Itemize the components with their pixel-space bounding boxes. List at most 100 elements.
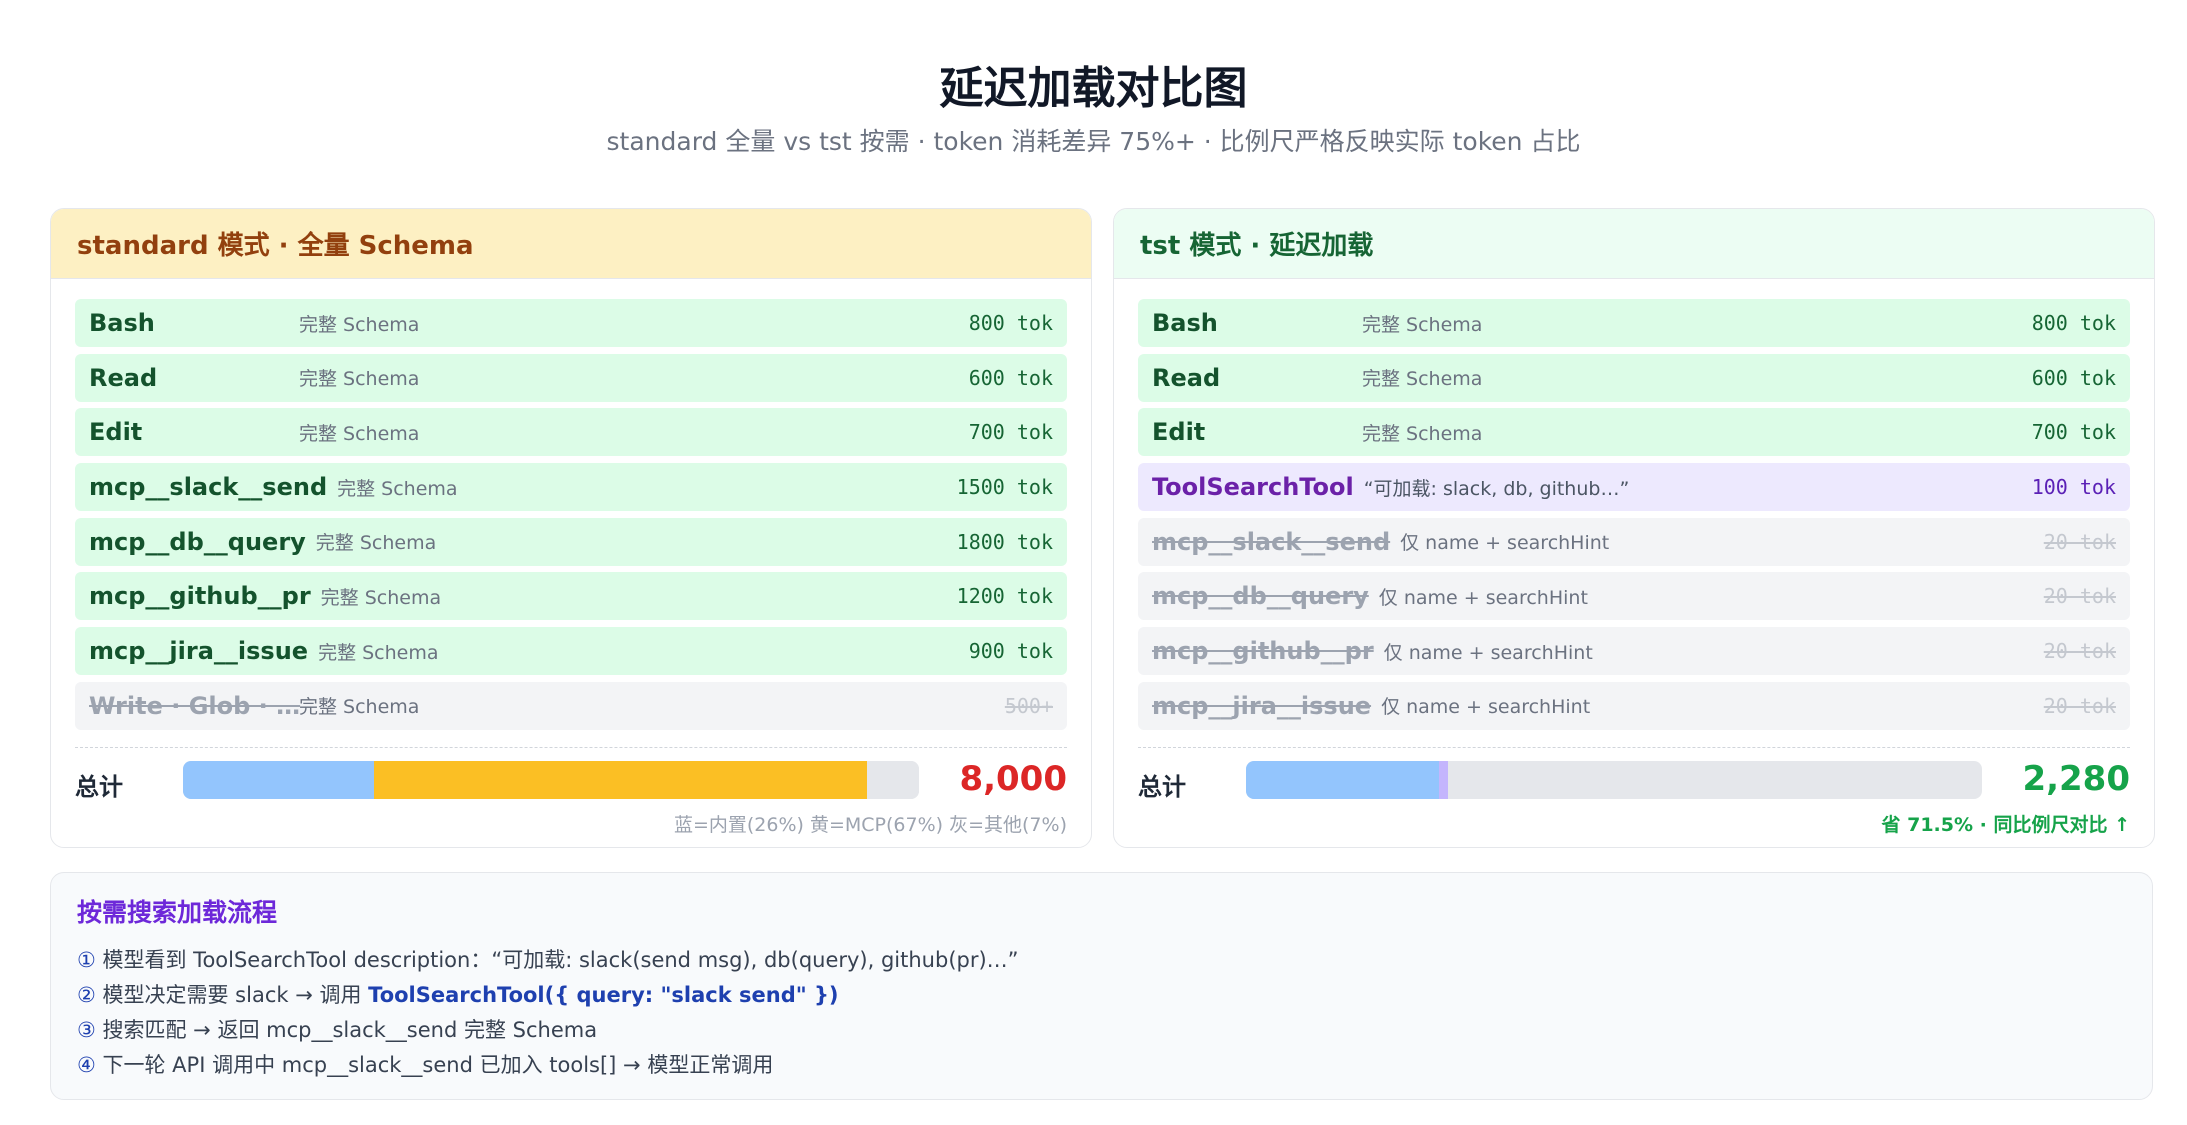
- tool-name: mcp__github__pr: [1152, 637, 1374, 666]
- tool-desc: 完整 Schema: [299, 313, 420, 336]
- tool-row: Edit 完整 Schema 700 tok: [75, 408, 1067, 457]
- step-number: ③: [77, 1018, 96, 1042]
- step-text: 搜索匹配 → 返回 mcp__slack__send 完整 Schema: [95, 1018, 598, 1042]
- tool-tokens: 100 tok: [2031, 475, 2116, 500]
- tool-desc: 完整 Schema: [318, 641, 439, 664]
- tool-tokens: 20 tok: [2043, 639, 2116, 664]
- tool-tokens: 20 tok: [2043, 693, 2116, 718]
- tool-name: mcp__db__query: [1152, 582, 1369, 611]
- tool-name: mcp__slack__send: [89, 473, 328, 502]
- tool-desc: 完整 Schema: [299, 696, 420, 719]
- deferred-tool-row: mcp__db__query 仅 name + searchHint 20 to…: [1138, 572, 2130, 621]
- tool-tokens: 800 tok: [968, 311, 1053, 335]
- deferred-tool-row: mcp__github__pr 仅 name + searchHint 20 t…: [1138, 627, 2130, 676]
- tool-desc: 完整 Schema: [299, 368, 420, 391]
- savings-note: 省 71.5% · 同比例尺对比 ↑: [1881, 814, 2130, 836]
- tool-tokens: 900 tok: [968, 639, 1053, 664]
- tool-desc: 完整 Schema: [320, 586, 442, 609]
- step-number: ①: [77, 948, 96, 972]
- tool-desc: 仅 name + searchHint: [1383, 641, 1593, 664]
- tool-row: mcp__db__query 完整 Schema 1800 tok: [75, 517, 1067, 566]
- total-label: 总计: [75, 773, 123, 801]
- tool-tokens: 800 tok: [2031, 311, 2116, 335]
- tool-tokens: 700 tok: [968, 420, 1053, 445]
- tool-name: Bash: [89, 309, 155, 337]
- tool-name: mcp__github__pr: [89, 582, 311, 611]
- tool-row: mcp__slack__send 完整 Schema 1500 tok: [75, 463, 1067, 512]
- tool-row: Bash 完整 Schema 800 tok: [1138, 299, 2130, 347]
- tool-desc: 仅 name + searchHint: [1381, 696, 1591, 719]
- step-text: 模型决定需要 slack → 调用: [95, 983, 369, 1007]
- bar-segment-mcp: [374, 761, 868, 799]
- tool-desc: 完整 Schema: [1362, 368, 1483, 391]
- divider: [1138, 747, 2130, 748]
- bar-segment-builtin: [1246, 761, 1440, 799]
- tool-tokens: 600 tok: [2031, 365, 2116, 390]
- tool-tokens: 600 tok: [968, 365, 1053, 390]
- tool-name: Edit: [1152, 418, 1206, 447]
- total-value: 8,000: [959, 759, 1067, 799]
- total-label: 总计: [1138, 773, 1186, 801]
- tst-tool-list: Bash 完整 Schema 800 tok Read 完整 Schema 60…: [1138, 299, 2130, 737]
- tool-name: mcp__slack__send: [1152, 527, 1391, 556]
- page-subtitle: standard 全量 vs tst 按需 · token 消耗差异 75%+ …: [606, 127, 1581, 156]
- page-title: 延迟加载对比图: [939, 63, 1248, 114]
- tool-row: mcp__jira__issue 完整 Schema 900 tok: [75, 627, 1067, 676]
- flow-step: ② 模型决定需要 slack → 调用 ToolSearchTool({ que…: [77, 978, 2126, 1013]
- flow-step: ① 模型看到 ToolSearchTool description：“可加载: …: [77, 943, 2126, 978]
- flow-step: ④ 下一轮 API 调用中 mcp__slack__send 已加入 tools…: [77, 1048, 2126, 1083]
- tool-name: Bash: [1152, 309, 1218, 337]
- total-value: 2,280: [2022, 759, 2130, 799]
- tool-row: Read 完整 Schema 600 tok: [75, 353, 1067, 402]
- bar-segment-other: [867, 761, 919, 799]
- standard-panel-header: standard 模式 · 全量 Schema: [51, 209, 1091, 279]
- deferred-tool-row: mcp__jira__issue 仅 name + searchHint 20 …: [1138, 681, 2130, 730]
- tool-tokens: 20 tok: [2043, 529, 2116, 554]
- tst-token-bar: [1246, 761, 1982, 799]
- tool-tokens: 500+: [1004, 693, 1053, 718]
- tool-row: mcp__github__pr 完整 Schema 1200 tok: [75, 572, 1067, 621]
- bar-segment-builtin: [183, 761, 375, 799]
- tool-name: Read: [89, 363, 158, 392]
- tool-desc: 完整 Schema: [315, 532, 437, 555]
- tool-name: ToolSearchTool: [1152, 473, 1354, 502]
- tool-row: Bash 完整 Schema 800 tok: [75, 299, 1067, 347]
- tool-search-tool-row: ToolSearchTool “可加载: slack, db, github…”…: [1138, 463, 2130, 512]
- tool-name: Read: [1152, 363, 1221, 392]
- tool-desc: 完整 Schema: [1362, 313, 1483, 336]
- standard-tool-list: Bash 完整 Schema 800 tok Read 完整 Schema 60…: [75, 299, 1067, 737]
- tool-row: Read 完整 Schema 600 tok: [1138, 353, 2130, 402]
- step-code: ToolSearchTool({ query: "slack send" }): [368, 983, 839, 1007]
- tool-tokens: 1500 tok: [956, 475, 1053, 500]
- step-number: ②: [77, 983, 96, 1007]
- tool-tokens: 700 tok: [2031, 420, 2116, 445]
- tool-tokens: 20 tok: [2043, 584, 2116, 609]
- step-text: 模型看到 ToolSearchTool description：“可加载: sl…: [95, 948, 1019, 972]
- tool-tokens: 1800 tok: [956, 529, 1053, 554]
- tool-desc: 完整 Schema: [299, 422, 420, 445]
- tool-name: mcp__db__query: [89, 527, 306, 556]
- divider: [75, 747, 1067, 748]
- deferred-tool-row: mcp__slack__send 仅 name + searchHint 20 …: [1138, 517, 2130, 566]
- tool-name: Edit: [89, 418, 143, 447]
- standard-panel: standard 模式 · 全量 Schema Bash 完整 Schema 8…: [50, 208, 1092, 848]
- step-number: ④: [77, 1053, 96, 1077]
- tool-name: mcp__jira__issue: [89, 637, 309, 666]
- tool-name: mcp__jira__issue: [1152, 691, 1372, 720]
- standard-token-bar: [183, 761, 919, 799]
- tst-panel: tst 模式 · 延迟加载 Bash 完整 Schema 800 tok Rea…: [1113, 208, 2155, 848]
- tool-tokens: 1200 tok: [956, 584, 1053, 609]
- step-text: 下一轮 API 调用中 mcp__slack__send 已加入 tools[]…: [95, 1053, 774, 1077]
- tool-row: Write · Glob · … 完整 Schema 500+: [75, 681, 1067, 730]
- tool-name: Write · Glob · …: [89, 691, 301, 720]
- tst-panel-header: tst 模式 · 延迟加载: [1114, 209, 2154, 279]
- tool-desc: “可加载: slack, db, github…”: [1363, 477, 1630, 500]
- flow-title: 按需搜索加载流程: [77, 898, 278, 927]
- bar-segment-toolsearch: [1439, 761, 1449, 799]
- tool-row: Edit 完整 Schema 700 tok: [1138, 408, 2130, 457]
- tool-desc: 仅 name + searchHint: [1400, 532, 1610, 555]
- tool-desc: 完整 Schema: [337, 477, 458, 500]
- tool-desc: 仅 name + searchHint: [1378, 586, 1588, 609]
- flow-panel: 按需搜索加载流程 ① 模型看到 ToolSearchTool descripti…: [50, 872, 2153, 1100]
- tool-desc: 完整 Schema: [1362, 422, 1483, 445]
